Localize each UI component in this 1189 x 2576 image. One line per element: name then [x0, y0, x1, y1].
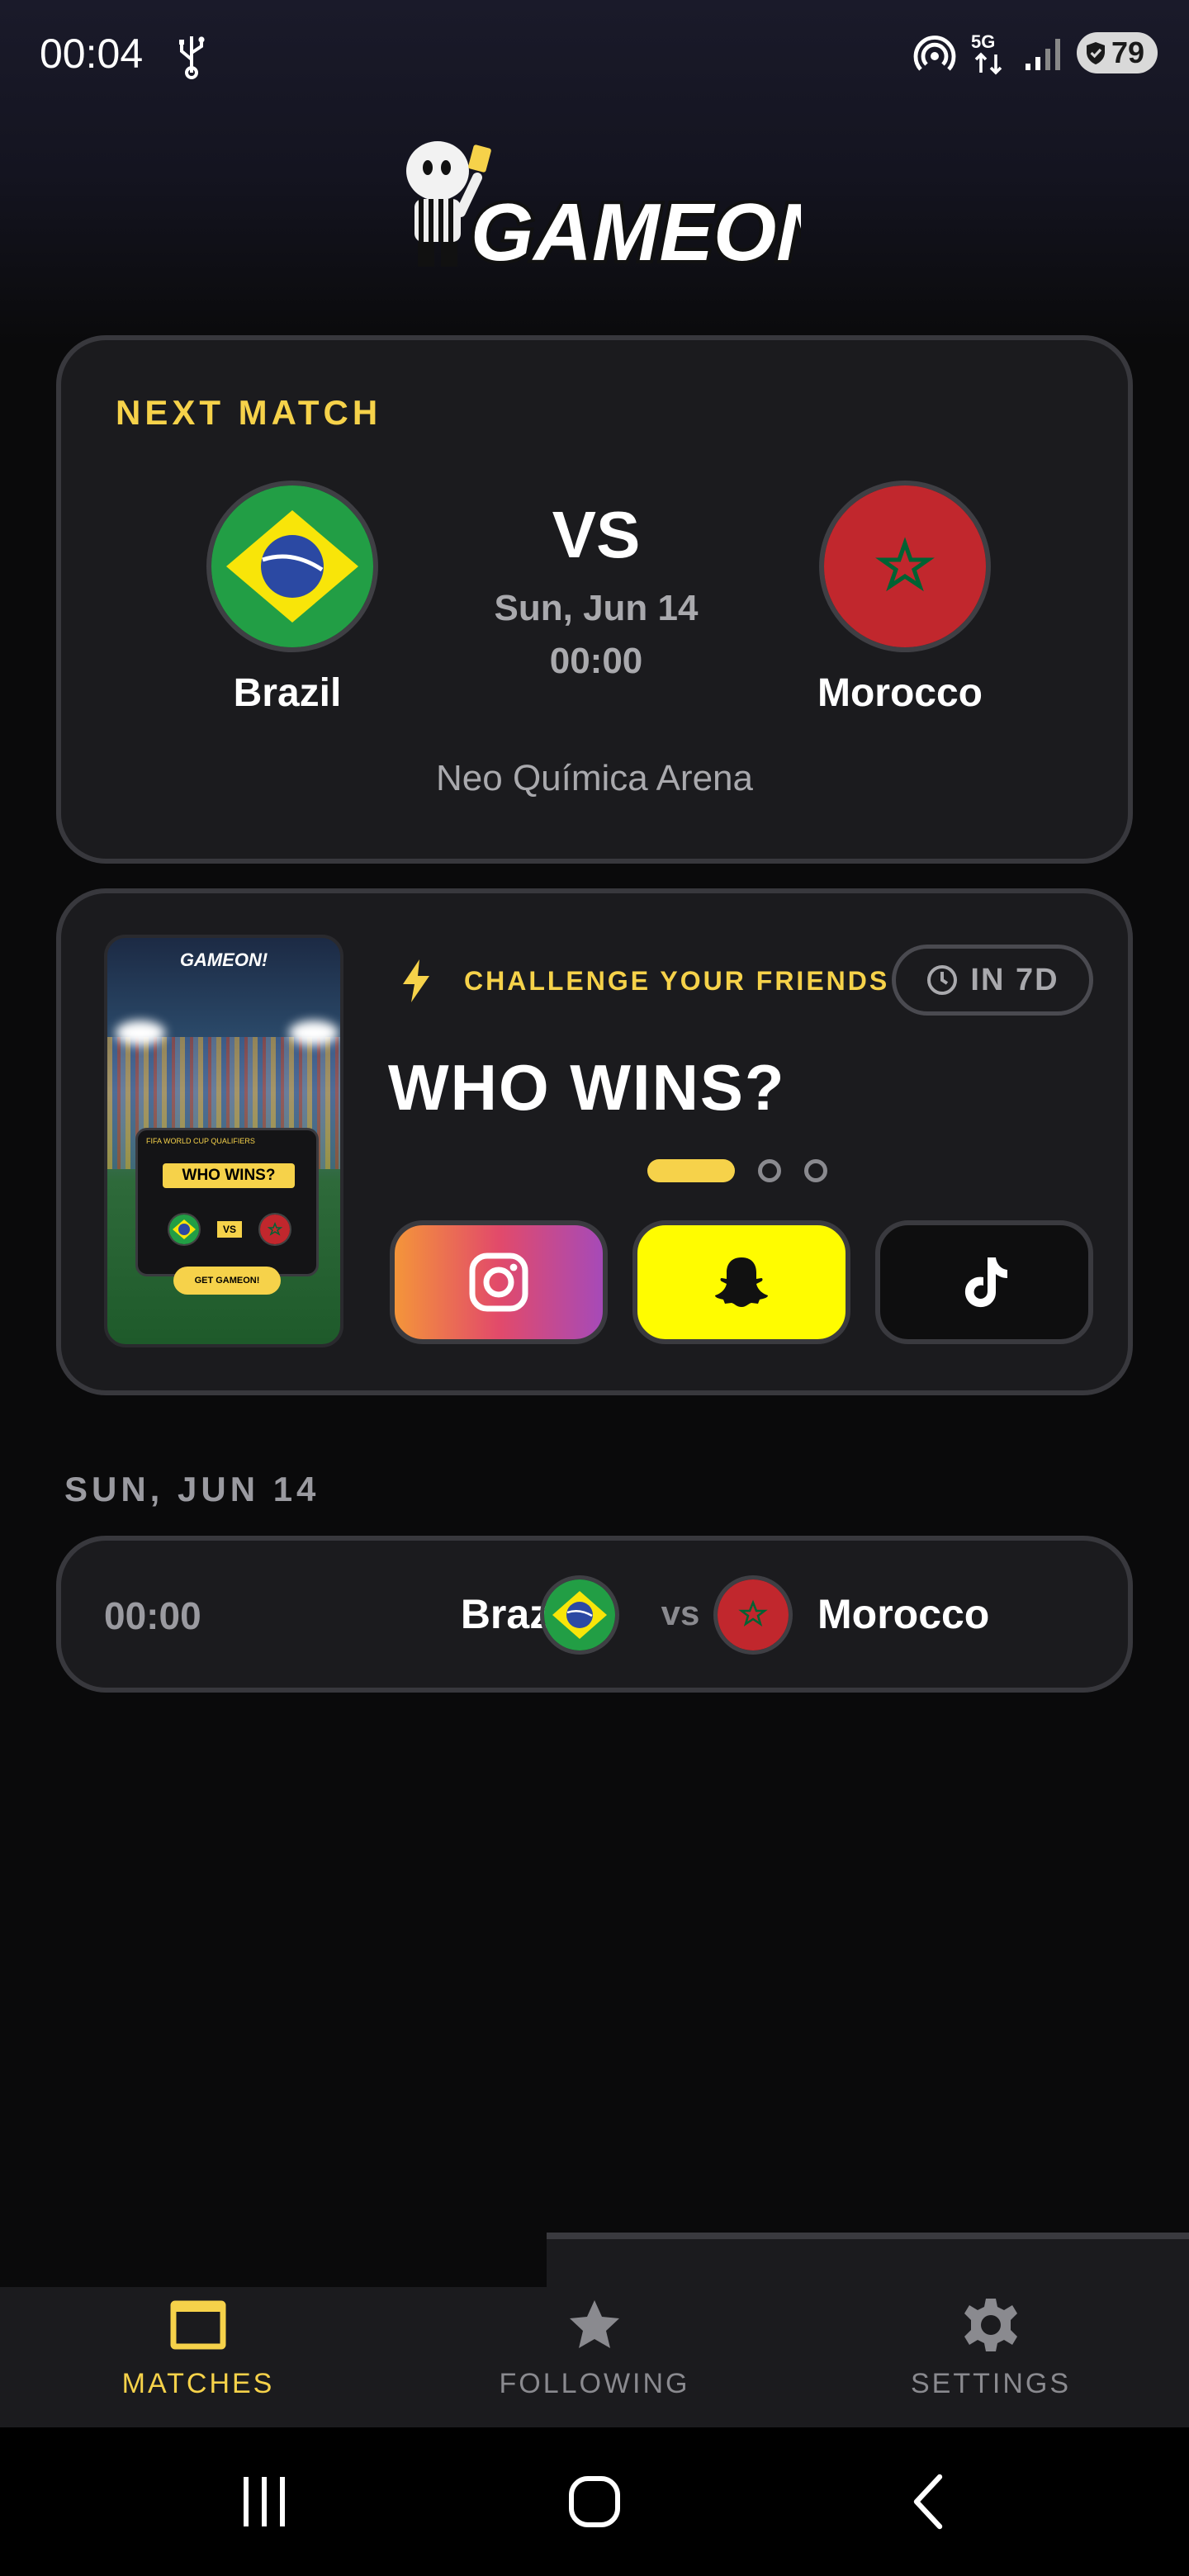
morocco-flag-icon	[819, 481, 991, 652]
back-icon[interactable]	[897, 2469, 963, 2535]
svg-text:GAMEON!: GAMEON!	[471, 187, 801, 277]
carousel-pager[interactable]	[647, 1159, 827, 1182]
share-instagram-button[interactable]	[390, 1220, 608, 1344]
preview-brazil-flag-icon	[168, 1213, 201, 1246]
vs-label: VS	[552, 498, 641, 571]
gear-icon	[964, 2299, 1017, 2351]
match-row-away-team: Morocco	[817, 1591, 990, 1637]
nav-label-settings: SETTINGS	[910, 2368, 1072, 2399]
match-list-item[interactable]: 00:00 Brazil vs Morocco	[56, 1536, 1133, 1693]
preview-card: FIFA WORLD CUP QUALIFIERS WHO WINS? VS	[135, 1128, 319, 1276]
nav-tab-matches[interactable]: MATCHES	[0, 2287, 396, 2427]
status-icons: 5G 79	[913, 30, 1158, 76]
clock-icon	[927, 965, 958, 995]
5g-icon: 5G	[971, 31, 1002, 75]
brazil-flag-icon	[540, 1575, 619, 1655]
next-match-heading: NEXT MATCH	[116, 393, 382, 432]
svg-text:5G: 5G	[971, 31, 995, 52]
challenge-label: CHALLENGE YOUR FRIENDS	[464, 966, 890, 996]
recent-apps-icon[interactable]	[231, 2469, 297, 2535]
nav-label-following: FOLLOWING	[499, 2368, 690, 2399]
nav-tab-settings[interactable]: SETTINGS	[793, 2287, 1189, 2427]
system-navigation-bar	[0, 2427, 1189, 2576]
status-time: 00:04	[40, 31, 144, 77]
away-team-name: Morocco	[817, 671, 983, 715]
nav-label-matches: MATCHES	[121, 2368, 275, 2399]
pager-dot-3[interactable]	[804, 1159, 827, 1182]
nav-tab-following[interactable]: FOLLOWING	[396, 2287, 793, 2427]
preview-headline: WHO WINS?	[163, 1163, 295, 1188]
match-row-vs: vs	[661, 1593, 700, 1632]
lightning-icon	[403, 959, 429, 1002]
challenge-preview-image[interactable]: GAMEON! FIFA WORLD CUP QUALIFIERS WHO WI…	[104, 935, 343, 1347]
preview-cta: GET GAMEON!	[173, 1267, 281, 1295]
day-header: SUN, JUN 14	[64, 1470, 320, 1508]
challenge-headline: WHO WINS?	[388, 1051, 786, 1124]
shield-icon	[1086, 42, 1105, 64]
battery-indicator: 79	[1076, 32, 1158, 73]
signal-icon	[1025, 39, 1060, 70]
preview-logo: GAMEON!	[179, 949, 268, 970]
match-row-home-team: Brazil	[460, 1591, 573, 1637]
hotspot-icon	[913, 36, 956, 71]
countdown-badge: IN 7D	[892, 945, 1093, 1016]
gameon-logo: GAMEON!	[406, 141, 801, 277]
preview-subtitle: FIFA WORLD CUP QUALIFIERS	[146, 1137, 255, 1145]
brazil-flag-icon	[206, 481, 378, 652]
match-time: 00:00	[549, 641, 643, 681]
match-row-time: 00:00	[104, 1594, 201, 1637]
nav-background-extension	[547, 2239, 1189, 2289]
countdown-text: IN 7D	[970, 962, 1059, 997]
match-date: Sun, Jun 14	[494, 588, 699, 628]
preview-vs: VS	[217, 1221, 242, 1238]
share-snapchat-button[interactable]	[632, 1220, 850, 1344]
next-match-card[interactable]: NEXT MATCH Brazil VS Sun, Jun 14 00:00 M…	[56, 335, 1133, 864]
bottom-navigation: MATCHES FOLLOWING SETTINGS	[0, 2287, 1189, 2427]
battery-level: 79	[1111, 36, 1144, 69]
morocco-flag-icon	[713, 1575, 793, 1655]
match-venue: Neo Química Arena	[436, 758, 753, 798]
matches-icon	[170, 2300, 226, 2350]
challenge-card[interactable]: GAMEON! FIFA WORLD CUP QUALIFIERS WHO WI…	[56, 888, 1133, 1395]
preview-light-left	[116, 1020, 165, 1045]
pager-dot-2[interactable]	[758, 1159, 781, 1182]
preview-morocco-flag-icon	[258, 1213, 291, 1246]
preview-light-right	[289, 1020, 339, 1045]
home-icon[interactable]	[561, 2469, 628, 2535]
status-bar: 00:04 5G 79	[0, 0, 1189, 107]
home-team-name: Brazil	[233, 671, 342, 715]
instagram-icon	[469, 1252, 528, 1312]
tiktok-icon	[964, 1257, 1007, 1308]
pager-dot-1[interactable]	[647, 1159, 735, 1182]
nav-divider	[547, 2233, 1189, 2239]
snapchat-icon	[715, 1257, 768, 1307]
star-icon	[570, 2300, 619, 2348]
share-tiktok-button[interactable]	[875, 1220, 1093, 1344]
usb-icon	[179, 36, 205, 79]
